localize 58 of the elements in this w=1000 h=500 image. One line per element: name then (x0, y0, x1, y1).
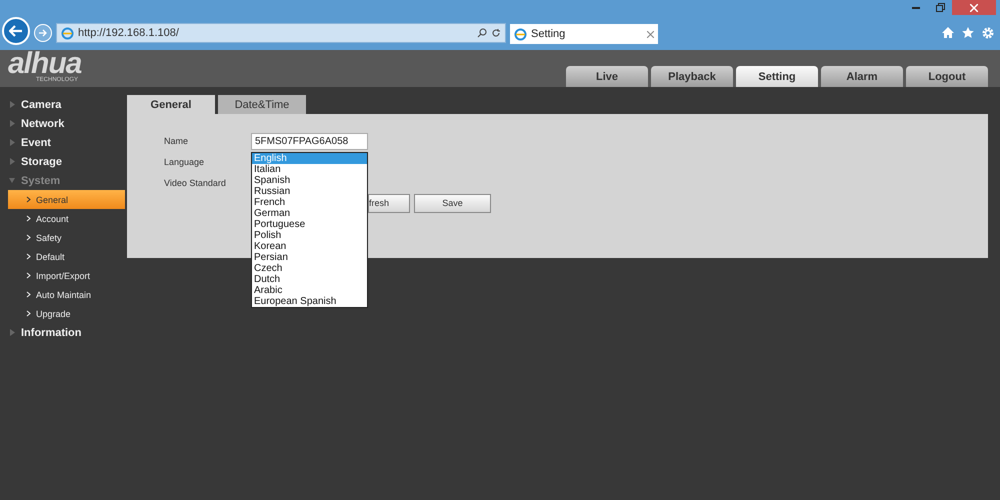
forward-button[interactable] (34, 24, 52, 42)
save-button[interactable]: Save (414, 194, 491, 212)
triangle-icon (9, 101, 15, 108)
chevron-icon (26, 234, 31, 241)
restore-icon (936, 3, 944, 12)
sidebar-item[interactable]: Event (0, 133, 125, 152)
sidebar-subitem[interactable]: Account (8, 209, 125, 228)
chevron-icon (26, 215, 31, 222)
chevron-icon (26, 310, 31, 317)
address-bar[interactable]: http://192.168.1.108/ (56, 23, 506, 43)
chevron-icon (26, 196, 31, 203)
language-label: Language (164, 157, 206, 167)
video-standard-label: Video Standard (164, 178, 227, 188)
sidebar-subitem[interactable]: Auto Maintain (8, 285, 125, 304)
sidebar-subitem[interactable]: Import/Export (8, 266, 125, 285)
sidebar-item[interactable]: Storage (0, 152, 125, 171)
name-label: Name (164, 136, 190, 146)
nav-tab[interactable]: Setting (736, 66, 818, 87)
chevron-icon (26, 253, 31, 260)
content-tab[interactable]: Date&Time (218, 95, 306, 114)
minimize-icon (912, 6, 920, 8)
sidebar-subitem[interactable]: General (8, 190, 125, 209)
nav-tab[interactable]: Live (566, 66, 648, 87)
search-icon[interactable] (477, 28, 487, 38)
back-button[interactable] (2, 17, 30, 45)
sidebar-subitem[interactable]: Upgrade (8, 304, 125, 323)
content-tab[interactable]: General (127, 95, 215, 114)
triangle-icon (9, 177, 15, 184)
name-field[interactable]: 5FMS07FPAG6A058 (251, 132, 368, 150)
triangle-icon (9, 120, 15, 127)
sidebar-subitem[interactable]: Safety (8, 228, 125, 247)
nav-tab[interactable]: Playback (651, 66, 733, 87)
left-arrow-icon (9, 25, 23, 37)
sidebar-item[interactable]: Information (0, 323, 125, 342)
settings-icon[interactable] (982, 27, 994, 39)
star-icon[interactable] (962, 27, 974, 38)
sidebar-item[interactable]: Camera (0, 95, 125, 114)
close-button[interactable] (952, 0, 996, 15)
language-dropdown-list[interactable]: English Italian Spanish Russian French German Portuguese Polish Korean Persian Czech Dutch Arabic European Spanish (251, 152, 368, 308)
refresh-icon[interactable] (491, 28, 501, 38)
browser-tab[interactable]: Setting (510, 24, 658, 44)
triangle-icon (9, 139, 15, 146)
refresh-button[interactable]: fresh (368, 194, 410, 212)
globe-icon (61, 26, 74, 40)
close-icon (970, 4, 978, 12)
sidebar-item[interactable]: Network (0, 114, 125, 133)
nav-tab[interactable]: Alarm (821, 66, 903, 87)
close-icon[interactable] (647, 30, 654, 38)
brand-logo: alhua (8, 50, 82, 76)
home-icon[interactable] (942, 27, 954, 38)
globe-icon (514, 28, 527, 40)
sidebar-subitem[interactable]: Default (8, 247, 125, 266)
chevron-icon (26, 272, 31, 279)
triangle-icon (9, 158, 15, 165)
nav-tab[interactable]: Logout (906, 66, 988, 87)
chevron-icon (26, 291, 31, 298)
triangle-icon (9, 329, 15, 336)
right-arrow-icon (38, 29, 48, 37)
